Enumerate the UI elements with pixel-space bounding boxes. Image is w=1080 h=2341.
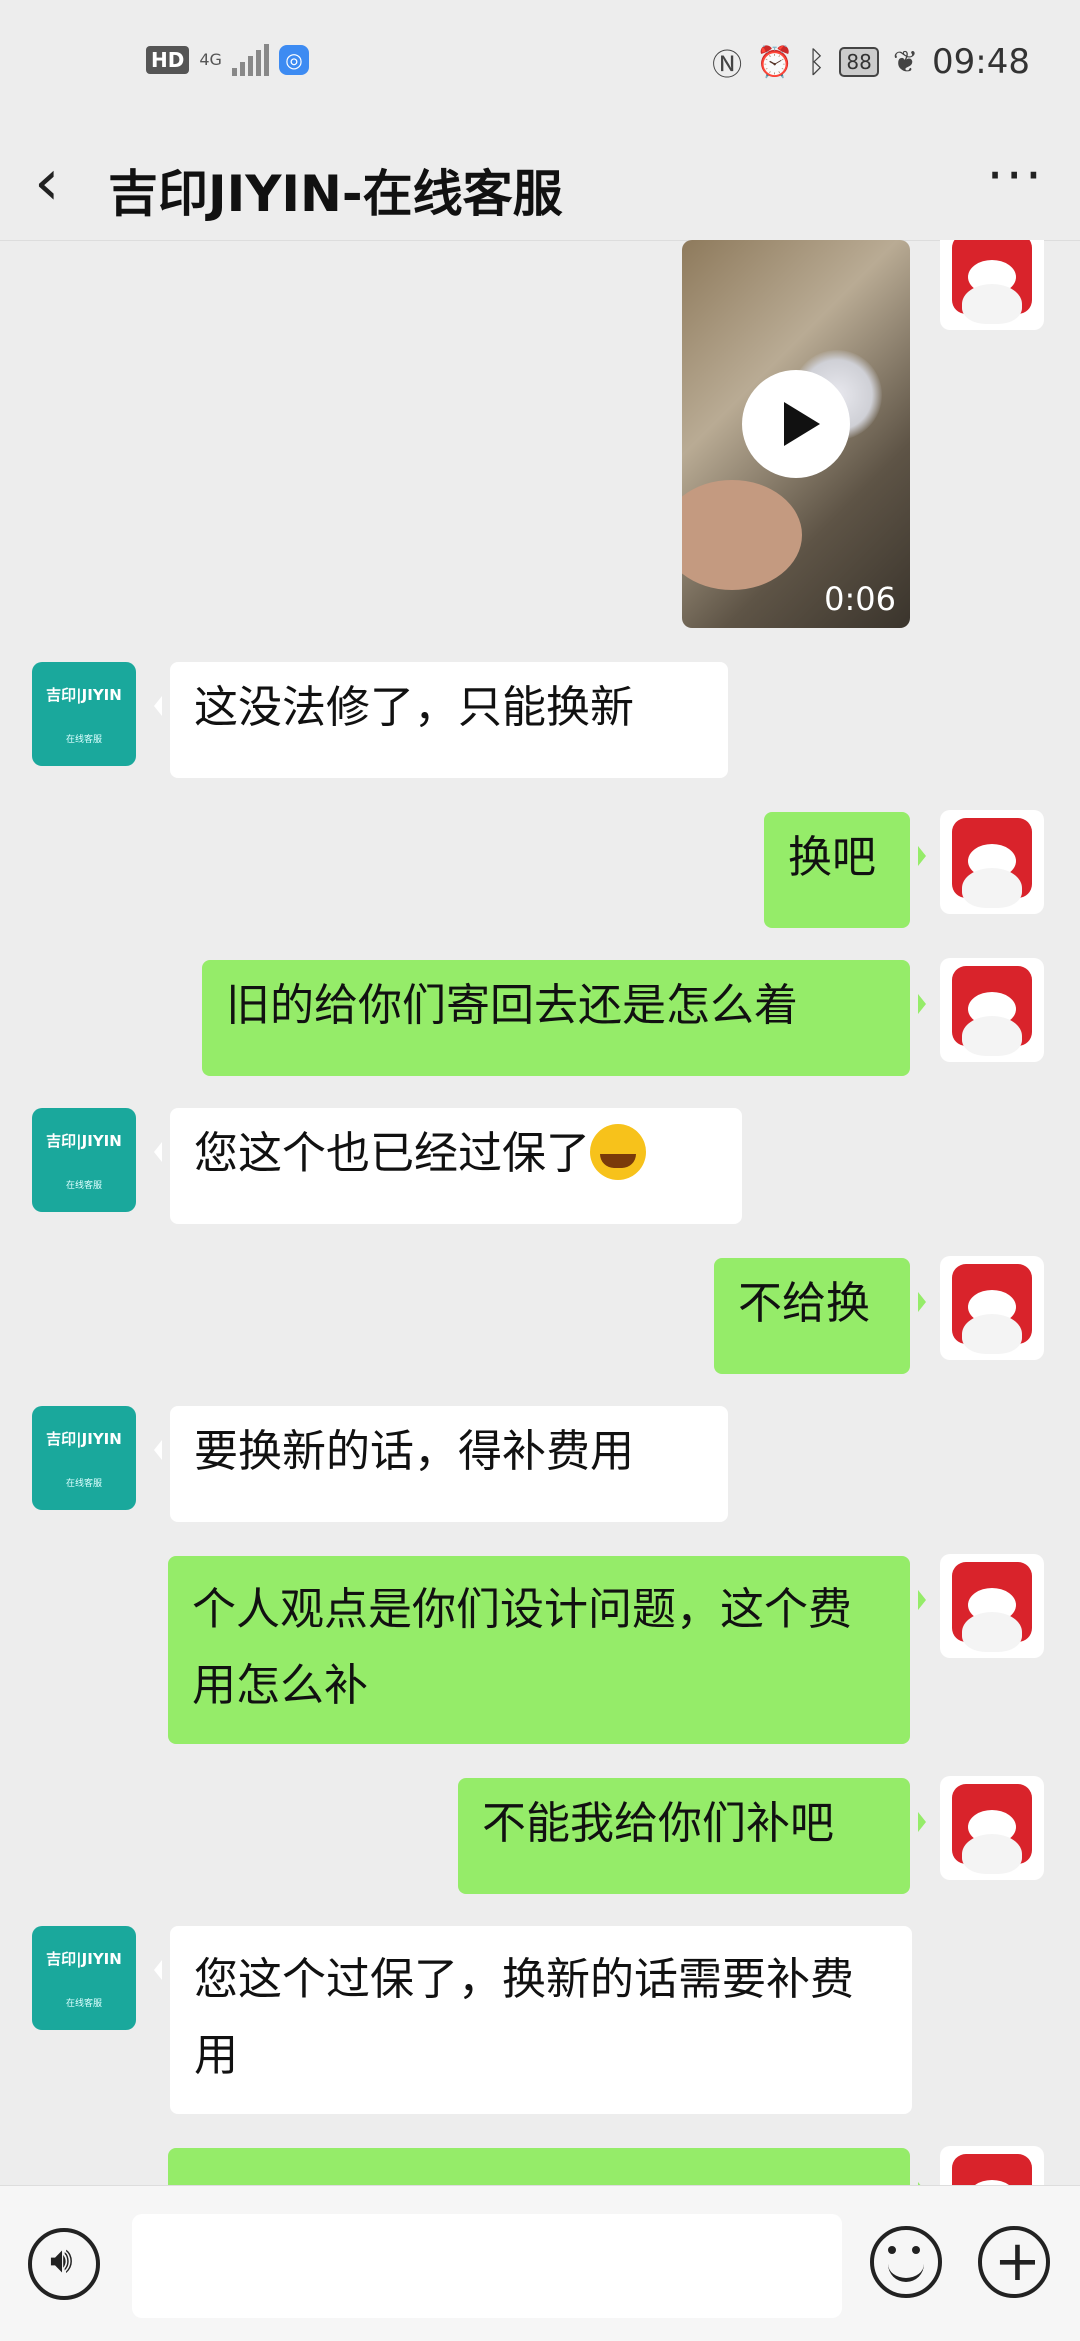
more-icon[interactable]: ··· (987, 144, 1045, 207)
network-label: 4G (199, 50, 222, 69)
message-bubble[interactable]: 这没法修了，只能换新 (154, 662, 728, 778)
my-avatar[interactable] (940, 240, 1044, 330)
crying-laughing-emoji-icon (590, 1124, 646, 1180)
status-left: HD 4G ◎ (146, 44, 309, 76)
plus-icon[interactable]: + (978, 2226, 1050, 2298)
service-logo-text: 吉印|JIYIN (46, 1132, 122, 1150)
input-bar: 🔊︎ + (0, 2185, 1080, 2341)
chat-area[interactable]: 0:06 吉印|JIYIN 在线客服 这没法修了，只能换新 换吧 旧的给你们寄回… (0, 240, 1080, 2185)
message-text: 这没法修了，只能换新 (194, 682, 634, 733)
service-avatar[interactable]: 吉印|JIYIN 在线客服 (32, 1406, 136, 1510)
message-text: 您这个过保了，换新的话需要补费用 (194, 1954, 854, 2081)
video-message[interactable]: 0:06 (682, 240, 910, 628)
signal-icon (231, 44, 269, 76)
message-text: 不能我给你们补吧 (482, 1798, 834, 1849)
service-avatar[interactable]: 吉印|JIYIN 在线客服 (32, 1926, 136, 2030)
title-bar: ‹ 吉印JIYIN-在线客服 ··· (0, 130, 1080, 241)
message-bubble[interactable]: 您这个也已经过保了 (154, 1108, 742, 1224)
clock: 09:48 (932, 42, 1030, 82)
message-input[interactable] (132, 2214, 842, 2318)
leaf-icon: ❦ (892, 44, 919, 80)
message-text: 个人观点是你们设计问题，这个费用怎么补 (192, 1584, 852, 1711)
my-avatar[interactable] (940, 1554, 1044, 1658)
battery-icon: 88 (839, 47, 879, 77)
my-avatar[interactable] (940, 810, 1044, 914)
app-notification-icon: ◎ (278, 45, 309, 75)
chevron-left-icon[interactable]: ‹ (34, 148, 60, 218)
message-bubble[interactable]: 要换新的话，得补费用 (154, 1406, 728, 1522)
hd-badge: HD (146, 46, 190, 74)
message-bubble[interactable]: 不能我给你们补吧 (458, 1778, 926, 1894)
message-bubble[interactable]: 换吧 (764, 812, 926, 928)
message-bubble-partial[interactable] (168, 2148, 926, 2185)
message-text: 不给换 (738, 1278, 870, 1329)
service-sub-text: 在线客服 (65, 1181, 102, 1191)
my-avatar[interactable] (940, 1776, 1044, 1880)
service-logo-text: 吉印|JIYIN (46, 1430, 122, 1448)
alarm-icon: ⏰ (756, 44, 794, 80)
message-bubble[interactable]: 个人观点是你们设计问题，这个费用怎么补 (168, 1556, 926, 1744)
message-bubble[interactable]: 旧的给你们寄回去还是怎么着 (202, 960, 926, 1076)
service-sub-text: 在线客服 (65, 735, 102, 745)
play-icon[interactable] (742, 370, 850, 478)
message-bubble[interactable]: 您这个过保了，换新的话需要补费用 (154, 1926, 912, 2114)
message-bubble[interactable]: 不给换 (714, 1258, 926, 1374)
service-sub-text: 在线客服 (65, 1479, 102, 1489)
nfc-icon: Ⓝ (712, 48, 743, 83)
chat-title: 吉印JIYIN-在线客服 (108, 165, 563, 223)
status-bar: HD 4G ◎ Ⓝ ⏰ ᛒ 88 ❦ 09:48 (0, 0, 1080, 130)
service-avatar[interactable]: 吉印|JIYIN 在线客服 (32, 662, 136, 766)
emoji-icon[interactable] (870, 2226, 942, 2298)
voice-icon[interactable]: 🔊︎ (28, 2228, 100, 2300)
service-logo-text: 吉印|JIYIN (46, 686, 122, 704)
my-avatar[interactable] (940, 958, 1044, 1062)
message-text: 换吧 (788, 832, 876, 883)
video-hand (682, 480, 802, 590)
my-avatar[interactable] (940, 2146, 1044, 2185)
message-text: 您这个也已经过保了 (194, 1128, 590, 1179)
service-sub-text: 在线客服 (65, 1999, 102, 2009)
bluetooth-icon: ᛒ (807, 44, 826, 80)
message-text: 旧的给你们寄回去还是怎么着 (226, 980, 798, 1031)
video-duration: 0:06 (824, 580, 896, 618)
my-avatar[interactable] (940, 1256, 1044, 1360)
service-logo-text: 吉印|JIYIN (46, 1950, 122, 1968)
message-text: 要换新的话，得补费用 (194, 1426, 634, 1477)
status-right: Ⓝ ⏰ ᛒ 88 ❦ 09:48 (712, 40, 1030, 84)
service-avatar[interactable]: 吉印|JIYIN 在线客服 (32, 1108, 136, 1212)
